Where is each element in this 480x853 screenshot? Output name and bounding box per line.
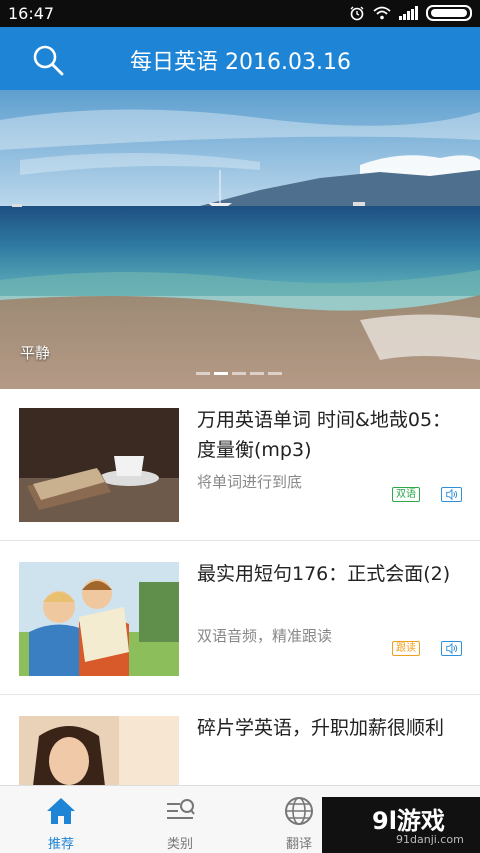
battery-icon: [426, 5, 472, 21]
page-title: 每日英语 2016.03.16: [130, 50, 351, 75]
category-search-icon: [167, 799, 195, 819]
signal-icon: [399, 6, 418, 20]
article-subtitle: 双语音频，精准跟读: [197, 627, 333, 645]
nav-tab-label: 类别: [166, 837, 193, 852]
carousel-dot: [250, 372, 264, 375]
carousel-dot: [196, 372, 210, 375]
article-title: 最实用短句176：正式会面(2): [197, 563, 451, 585]
carousel-dot: [268, 372, 282, 375]
article-thumbnail: [19, 562, 179, 676]
read-along-badge: 跟读: [392, 641, 420, 656]
audio-icon[interactable]: [441, 487, 462, 502]
article-thumbnail: [19, 408, 179, 522]
search-icon[interactable]: [31, 43, 65, 77]
article-item[interactable]: 最实用短句176：正式会面(2) 双语音频，精准跟读 跟读: [0, 543, 480, 695]
status-time: 16:47: [8, 4, 55, 23]
home-icon: [47, 798, 75, 824]
wifi-icon: [373, 6, 391, 20]
article-title: 万用英语单词 时间&地哉05：度量衡(mp3): [197, 409, 452, 461]
app-header: 每日英语 2016.03.16: [0, 27, 480, 90]
banner-image: [0, 90, 480, 389]
carousel-dot-active: [214, 372, 228, 375]
carousel-dot: [232, 372, 246, 375]
watermark-url: 91danji.com: [396, 833, 464, 846]
alarm-icon: [350, 6, 364, 21]
status-icons: [349, 4, 472, 22]
banner-caption: 平静: [20, 344, 51, 362]
audio-icon[interactable]: [441, 641, 462, 656]
status-bar: 16:47: [0, 0, 480, 27]
nav-tab-label: 推荐: [47, 837, 74, 852]
bilingual-badge: 双语: [392, 487, 420, 502]
nav-tab-recommend[interactable]: 推荐: [11, 786, 111, 853]
carousel-indicator: [196, 372, 282, 375]
banner-carousel[interactable]: 平静: [0, 90, 480, 389]
globe-icon: [285, 797, 313, 825]
watermark-logo: 9l游戏: [372, 807, 445, 835]
article-subtitle: 将单词进行到底: [197, 473, 303, 491]
article-title: 碎片学英语，升职加薪很顺利: [197, 717, 445, 739]
site-watermark: 9l游戏 91danji.com: [322, 797, 480, 853]
article-item[interactable]: 万用英语单词 时间&地哉05：度量衡(mp3) 将单词进行到底 双语: [0, 389, 480, 541]
nav-tab-category[interactable]: 类别: [130, 786, 230, 853]
